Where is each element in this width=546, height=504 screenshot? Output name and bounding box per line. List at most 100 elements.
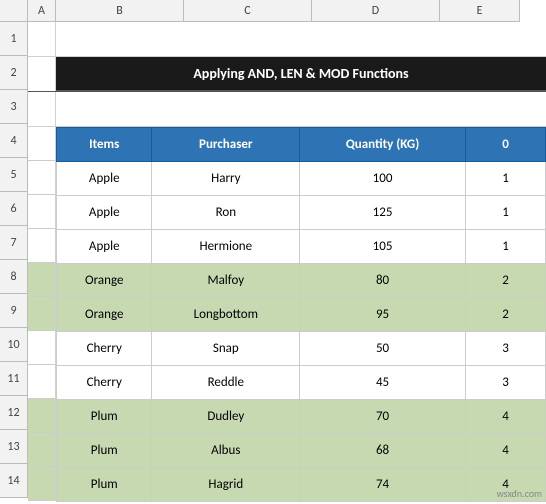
cell-a12[interactable] (28, 399, 56, 433)
data-section: Items Purchaser Quantity (KG) 0 AppleHar… (28, 127, 546, 502)
item-cell[interactable]: Cherry (57, 366, 152, 400)
cell-a13[interactable] (28, 433, 56, 467)
cell-a2[interactable] (28, 57, 56, 91)
item-cell[interactable]: Apple (57, 162, 152, 196)
page-title: Applying AND, LEN & MOD Functions (193, 65, 408, 82)
quantity-cell[interactable]: 105 (300, 230, 466, 264)
cell-a14[interactable] (28, 467, 56, 501)
purchaser-cell[interactable]: Malfoy (152, 264, 300, 298)
row-num-12[interactable]: 12 (0, 396, 28, 430)
row-num-11[interactable]: 11 (0, 362, 28, 396)
row-num-6[interactable]: 6 (0, 192, 28, 226)
cell-a6[interactable] (28, 195, 56, 229)
table-row: AppleHermione1051 (57, 230, 546, 264)
table-row: PlumDudley704 (57, 400, 546, 434)
item-cell[interactable]: Apple (57, 196, 152, 230)
table-row: AppleRon1251 (57, 196, 546, 230)
purchaser-cell[interactable]: Reddle (152, 366, 300, 400)
val-cell[interactable]: 4 (466, 434, 546, 468)
cell-a7[interactable] (28, 229, 56, 263)
cell-a5[interactable] (28, 161, 56, 195)
val-cell[interactable]: 3 (466, 332, 546, 366)
quantity-cell[interactable]: 100 (300, 162, 466, 196)
table-row: AppleHarry1001 (57, 162, 546, 196)
val-cell[interactable]: 2 (466, 298, 546, 332)
purchaser-cell[interactable]: Hermione (152, 230, 300, 264)
col-header-d[interactable]: D (312, 0, 440, 22)
val-cell[interactable]: 2 (466, 264, 546, 298)
column-headers: A B C D E (0, 0, 546, 22)
table-row: CherryReddle453 (57, 366, 546, 400)
purchaser-cell[interactable]: Harry (152, 162, 300, 196)
val-cell[interactable]: 4 (466, 400, 546, 434)
col-a-cells (28, 127, 56, 502)
item-cell[interactable]: Orange (57, 264, 152, 298)
col-items-header[interactable]: Items (57, 128, 152, 162)
row-num-8[interactable]: 8 (0, 260, 28, 294)
row-num-14[interactable]: 14 (0, 464, 28, 498)
cell-a4[interactable] (28, 127, 56, 161)
col-header-b[interactable]: B (56, 0, 184, 22)
quantity-cell[interactable]: 74 (300, 468, 466, 502)
row-2: Applying AND, LEN & MOD Functions (28, 57, 546, 92)
item-cell[interactable]: Plum (57, 434, 152, 468)
quantity-cell[interactable]: 68 (300, 434, 466, 468)
quantity-cell[interactable]: 50 (300, 332, 466, 366)
quantity-cell[interactable]: 70 (300, 400, 466, 434)
quantity-cell[interactable]: 95 (300, 298, 466, 332)
item-cell[interactable]: Plum (57, 468, 152, 502)
row-3 (28, 92, 546, 127)
purchaser-cell[interactable]: Dudley (152, 400, 300, 434)
col-purchaser-header[interactable]: Purchaser (152, 128, 300, 162)
watermark: wsxdn.com (497, 487, 542, 500)
quantity-cell[interactable]: 45 (300, 366, 466, 400)
spreadsheet: A B C D E 1 2 3 4 5 6 7 8 9 10 11 12 (0, 0, 546, 504)
row-num-5[interactable]: 5 (0, 158, 28, 192)
row-num-7[interactable]: 7 (0, 226, 28, 260)
row-num-13[interactable]: 13 (0, 430, 28, 464)
cell-a9[interactable] (28, 297, 56, 331)
item-cell[interactable]: Orange (57, 298, 152, 332)
val-cell[interactable]: 1 (466, 162, 546, 196)
val-cell[interactable]: 1 (466, 196, 546, 230)
row-num-10[interactable]: 10 (0, 328, 28, 362)
item-cell[interactable]: Apple (57, 230, 152, 264)
col-header-a[interactable]: A (28, 0, 56, 22)
cell-a11[interactable] (28, 365, 56, 399)
cell-a3[interactable] (28, 92, 56, 126)
quantity-cell[interactable]: 125 (300, 196, 466, 230)
row-1 (28, 22, 546, 57)
data-table: Items Purchaser Quantity (KG) 0 AppleHar… (56, 127, 546, 502)
quantity-cell[interactable]: 80 (300, 264, 466, 298)
val-cell[interactable]: 3 (466, 366, 546, 400)
table-row: OrangeLongbottom952 (57, 298, 546, 332)
row-num-9[interactable]: 9 (0, 294, 28, 328)
purchaser-cell[interactable]: Hagrid (152, 468, 300, 502)
row-num-2[interactable]: 2 (0, 56, 28, 90)
purchaser-cell[interactable]: Ron (152, 196, 300, 230)
table-row: PlumHagrid744 (57, 468, 546, 502)
row-numbers: 1 2 3 4 5 6 7 8 9 10 11 12 13 14 (0, 22, 28, 502)
content-area: Applying AND, LEN & MOD Functions (28, 22, 546, 502)
cell-a1[interactable] (28, 22, 56, 56)
purchaser-cell[interactable]: Snap (152, 332, 300, 366)
col-quantity-header[interactable]: Quantity (KG) (300, 128, 466, 162)
row-num-4[interactable]: 4 (0, 124, 28, 158)
rows-area: 1 2 3 4 5 6 7 8 9 10 11 12 13 14 (0, 22, 546, 502)
val-cell[interactable]: 1 (466, 230, 546, 264)
table-row: PlumAlbus684 (57, 434, 546, 468)
item-cell[interactable]: Plum (57, 400, 152, 434)
row-num-1[interactable]: 1 (0, 22, 28, 56)
data-table-container: Items Purchaser Quantity (KG) 0 AppleHar… (56, 127, 546, 502)
table-row: CherrySnap503 (57, 332, 546, 366)
col-header-e[interactable]: E (440, 0, 520, 22)
purchaser-cell[interactable]: Albus (152, 434, 300, 468)
purchaser-cell[interactable]: Longbottom (152, 298, 300, 332)
item-cell[interactable]: Cherry (57, 332, 152, 366)
row-num-3[interactable]: 3 (0, 90, 28, 124)
col-header-c[interactable]: C (184, 0, 312, 22)
cell-a10[interactable] (28, 331, 56, 365)
corner-cell (0, 0, 28, 22)
cell-a8[interactable] (28, 263, 56, 297)
col-val-header[interactable]: 0 (466, 128, 546, 162)
